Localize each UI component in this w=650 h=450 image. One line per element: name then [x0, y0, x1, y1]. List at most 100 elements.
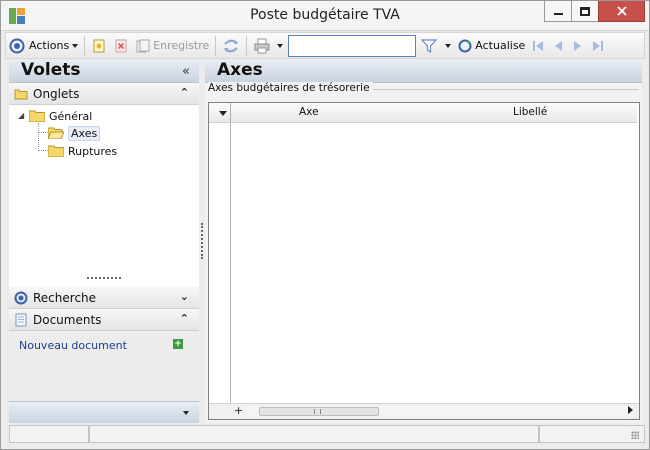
status-cell [89, 425, 539, 443]
panel-splitter[interactable] [9, 263, 199, 287]
row-selector-column [209, 103, 231, 419]
minimize-icon [553, 13, 563, 15]
actualise-icon [458, 39, 472, 52]
refresh-button[interactable] [219, 34, 243, 57]
axes-grid: Axe Libellé + [208, 102, 640, 420]
axes-panel: Axes Axes budgétaires de trésorerie Axe … [205, 59, 642, 423]
new-document-icon [93, 39, 105, 52]
actualise-label: Actualise [475, 39, 526, 52]
documents-label: Documents [33, 313, 102, 327]
status-cell [9, 425, 89, 443]
panel-expander-bar[interactable] [9, 401, 199, 423]
add-row-icon[interactable]: + [234, 404, 243, 417]
new-button[interactable] [88, 34, 110, 57]
row-selector-header[interactable] [209, 103, 231, 123]
previous-record-button[interactable] [548, 34, 568, 57]
close-button[interactable] [598, 1, 645, 22]
actions-icon [9, 38, 25, 53]
chevron-down-icon [183, 411, 189, 415]
first-record-icon [533, 40, 544, 51]
first-record-button[interactable] [528, 34, 548, 57]
print-icon [254, 38, 270, 53]
status-bar [9, 425, 645, 443]
minimize-button[interactable] [544, 1, 572, 22]
open-folder-icon [48, 127, 64, 139]
delete-button[interactable] [110, 34, 132, 57]
chevron-down-icon [445, 43, 452, 48]
horizontal-scrollbar[interactable] [247, 406, 633, 417]
grid-header: Axe Libellé [209, 103, 639, 123]
column-header-libelle[interactable]: Libellé [513, 106, 547, 118]
resize-grip-icon[interactable] [631, 431, 639, 439]
column-header-axe[interactable]: Axe [299, 106, 319, 118]
tree-node-label: Ruptures [68, 144, 118, 158]
last-record-icon [593, 40, 604, 51]
folder-icon [48, 145, 64, 157]
actions-menu-button[interactable]: Actions [6, 34, 81, 57]
recherche-label: Recherche [33, 291, 97, 305]
title-bar: Poste budgétaire TVA [1, 1, 649, 31]
toolbar: Actions Enregistre Actualise [5, 32, 645, 59]
chevron-up-double-icon[interactable]: ⌃ [180, 312, 189, 325]
tree-node-label: Axes [68, 125, 101, 141]
tree-connector [38, 132, 48, 133]
application-window: Poste budgétaire TVA Actions Enregistre [0, 0, 650, 450]
toolbar-separator [215, 35, 217, 56]
chevron-up-double-icon[interactable]: ⌃ [180, 86, 189, 99]
tree-node-general[interactable]: Général [29, 108, 92, 124]
print-button[interactable] [250, 34, 286, 57]
maximize-icon [580, 6, 590, 16]
axes-title: Axes [217, 60, 263, 80]
tree-connector [38, 123, 39, 151]
toolbar-separator [84, 35, 86, 56]
tree-node-axes[interactable]: Axes [48, 125, 101, 141]
search-input[interactable] [288, 34, 417, 57]
folder-icon [14, 89, 28, 100]
splitter-grip [87, 277, 121, 279]
next-record-icon [574, 40, 582, 51]
header-right-gap [637, 103, 639, 123]
save-button[interactable]: Enregistre [132, 34, 212, 57]
close-icon [616, 6, 627, 16]
documents-body: Nouveau document + [9, 331, 199, 411]
volets-title: Volets [21, 60, 81, 80]
save-label: Enregistre [153, 39, 210, 52]
chevron-down-icon [72, 43, 79, 48]
tree-connector [38, 150, 48, 151]
scroll-right-icon[interactable] [628, 406, 633, 414]
refresh-icon [224, 39, 239, 52]
tree-node-label: Général [49, 109, 93, 123]
next-record-button[interactable] [568, 34, 588, 57]
tree-expander-icon[interactable]: ◢ [18, 111, 24, 120]
group-border [355, 89, 639, 90]
actions-label: Actions [29, 39, 70, 52]
last-record-button[interactable] [588, 34, 608, 57]
previous-record-icon [555, 40, 563, 51]
volets-panel: Volets « Onglets ⌃ ◢ Général Axes Ruptur… [9, 59, 199, 423]
filter-button[interactable] [418, 34, 454, 57]
tree-node-ruptures[interactable]: Ruptures [48, 143, 117, 159]
actualise-button[interactable]: Actualise [454, 34, 528, 57]
scrollbar-thumb[interactable] [259, 407, 379, 416]
onglets-label: Onglets [33, 87, 80, 101]
new-document-link[interactable]: Nouveau document [19, 339, 127, 352]
vertical-splitter-grip[interactable] [201, 223, 203, 259]
chevron-down-icon [277, 43, 284, 48]
recherche-section-header[interactable]: Recherche ⌄ [9, 287, 199, 309]
filter-icon [421, 38, 438, 53]
collapse-panel-icon[interactable]: « [182, 64, 190, 79]
grip-icon [314, 409, 321, 414]
chevron-down-double-icon[interactable]: ⌄ [180, 290, 189, 303]
grid-footer: + [209, 403, 639, 419]
add-icon[interactable]: + [173, 339, 183, 349]
save-icon [136, 39, 150, 52]
volets-header: Volets « [9, 59, 199, 83]
chevron-down-icon [219, 111, 227, 116]
search-section-icon [14, 291, 28, 305]
status-cell [539, 425, 645, 443]
maximize-button[interactable] [571, 1, 599, 22]
onglets-tree: ◢ Général Axes Ruptures [9, 105, 199, 263]
group-label: Axes budgétaires de trésorerie [208, 82, 373, 94]
documents-section-header[interactable]: Documents ⌃ [9, 309, 199, 331]
onglets-section-header[interactable]: Onglets ⌃ [9, 83, 199, 105]
